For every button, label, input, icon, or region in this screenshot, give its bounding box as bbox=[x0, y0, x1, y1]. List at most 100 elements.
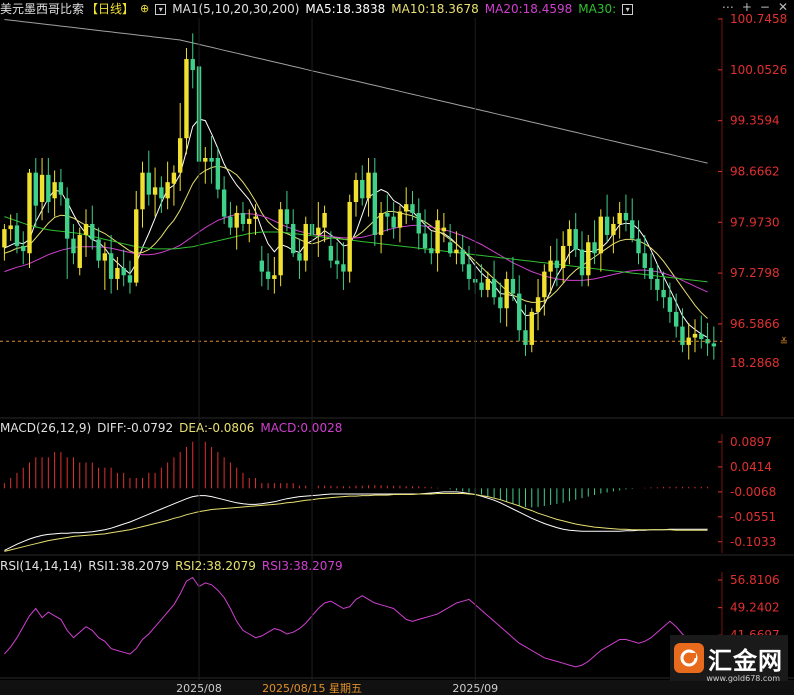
candle-body bbox=[146, 172, 151, 195]
candle-body bbox=[171, 172, 177, 184]
candle-body bbox=[152, 187, 158, 195]
candle-body bbox=[77, 234, 82, 268]
macd-header: MACD(26,12,9) DIFF:-0.0792 DEA:-0.0806 M… bbox=[0, 419, 342, 437]
rsi1-value: RSI1:38.2079 bbox=[88, 559, 170, 573]
candle-body bbox=[215, 157, 221, 190]
macd-label: MACD(26,12,9) bbox=[0, 421, 92, 435]
candle-body bbox=[234, 212, 239, 228]
ma-settings-icon[interactable]: ▾ bbox=[155, 3, 167, 15]
candle-body bbox=[554, 260, 560, 268]
rsi-y-tick-label: 49.2402 bbox=[730, 601, 780, 615]
candle-body bbox=[504, 278, 509, 309]
ma20-value: MA20:18.4598 bbox=[484, 2, 573, 16]
candle-body bbox=[115, 267, 120, 279]
candle-body bbox=[334, 260, 340, 265]
candle-body bbox=[447, 242, 453, 254]
candle-body bbox=[328, 245, 334, 261]
candle-body bbox=[699, 333, 704, 340]
candle-body bbox=[611, 223, 616, 235]
candle-body bbox=[303, 223, 308, 261]
candle-body bbox=[190, 59, 195, 71]
settings-icon[interactable]: ⋯ bbox=[722, 0, 734, 14]
x-tick-label: 2025/09 bbox=[452, 682, 498, 695]
candle-body bbox=[253, 216, 258, 219]
candle-body bbox=[498, 297, 503, 309]
candle-body bbox=[21, 245, 26, 252]
candle-body bbox=[586, 242, 591, 276]
ma10-value: MA10:18.3678 bbox=[391, 2, 479, 16]
watermark-logo: 汇金网 www.gold678.com bbox=[670, 635, 788, 683]
current-price-label: 18.2868 bbox=[730, 356, 780, 370]
candle-body bbox=[27, 172, 32, 254]
ma-label: MA1(5,10,20,30,200) bbox=[172, 2, 300, 16]
candle-body bbox=[567, 229, 572, 246]
period-label[interactable]: 【日线】 bbox=[86, 0, 134, 18]
rsi3-value: RSI3:38.2079 bbox=[261, 559, 343, 573]
candle-body bbox=[560, 245, 566, 268]
candle-body bbox=[290, 223, 296, 254]
candle-body bbox=[535, 297, 541, 312]
candle-body bbox=[673, 311, 679, 327]
y-tick-label: 97.9730 bbox=[730, 215, 780, 229]
candle-body bbox=[39, 174, 45, 202]
candle-body bbox=[184, 59, 189, 139]
candle-body bbox=[416, 212, 421, 234]
logo-text: 汇金网 bbox=[708, 646, 783, 675]
candle-body bbox=[121, 267, 126, 276]
candle-body bbox=[523, 330, 528, 345]
candle-body bbox=[661, 289, 666, 298]
candle-body bbox=[52, 182, 57, 199]
current-price-marker-icon: ≚ bbox=[780, 336, 788, 348]
candle-body bbox=[579, 249, 585, 276]
candle-body bbox=[604, 216, 610, 235]
minus-icon[interactable]: − bbox=[760, 0, 770, 14]
candle-body bbox=[378, 212, 384, 235]
logo-badge-icon bbox=[674, 643, 704, 673]
candle-body bbox=[592, 242, 597, 254]
ma-dropdown-icon[interactable]: ▾ bbox=[622, 3, 634, 15]
candle-body bbox=[347, 201, 352, 272]
candle-body bbox=[353, 179, 359, 202]
candle-body bbox=[297, 253, 302, 261]
macd-value: MACD:0.0028 bbox=[260, 421, 343, 435]
candle-body bbox=[33, 172, 38, 206]
candle-body bbox=[460, 249, 465, 265]
y-tick-label: 100.0526 bbox=[730, 63, 787, 77]
candle-body bbox=[479, 282, 484, 290]
candle-body bbox=[517, 293, 522, 331]
candle-body bbox=[385, 212, 390, 217]
candle-body bbox=[529, 311, 534, 345]
candle-body bbox=[422, 233, 428, 249]
candle-body bbox=[90, 223, 95, 240]
candle-body bbox=[134, 209, 139, 283]
rsi-header: RSI(14,14,14) RSI1:38.2079 RSI2:38.2079 … bbox=[0, 557, 343, 575]
candle-body bbox=[667, 297, 673, 312]
logo-url: www.gold678.com bbox=[706, 674, 780, 683]
macd-dea-value: DEA:-0.0806 bbox=[179, 421, 255, 435]
plus-icon[interactable]: + bbox=[742, 0, 752, 14]
candle-body bbox=[284, 209, 290, 224]
candle-body bbox=[102, 253, 108, 261]
candle-body bbox=[8, 225, 13, 230]
y-tick-label: 98.6662 bbox=[730, 164, 780, 178]
add-indicator-icon[interactable]: ⊕ bbox=[140, 0, 149, 18]
symbol-label: 美元墨西哥比索 bbox=[0, 2, 85, 16]
candle-body bbox=[360, 179, 365, 199]
candle-body bbox=[341, 264, 346, 272]
candle-body bbox=[108, 253, 114, 279]
candle-body bbox=[397, 211, 403, 228]
candle-body bbox=[441, 227, 447, 232]
candle-body bbox=[322, 212, 327, 228]
ma-line-ma200 bbox=[4, 19, 708, 164]
candle-body bbox=[680, 326, 685, 345]
candle-body bbox=[159, 187, 164, 199]
candle-body bbox=[221, 189, 227, 217]
x-tick-label: 2025/08/15 星期五 bbox=[262, 682, 362, 695]
rsi2-value: RSI2:38.2079 bbox=[175, 559, 256, 573]
y-tick-label: 97.2798 bbox=[730, 266, 780, 280]
close-icon[interactable]: ✕ bbox=[778, 0, 788, 14]
candle-body bbox=[278, 209, 283, 276]
candle-body bbox=[692, 333, 698, 338]
candle-body bbox=[372, 172, 378, 235]
candle-body bbox=[228, 216, 233, 228]
